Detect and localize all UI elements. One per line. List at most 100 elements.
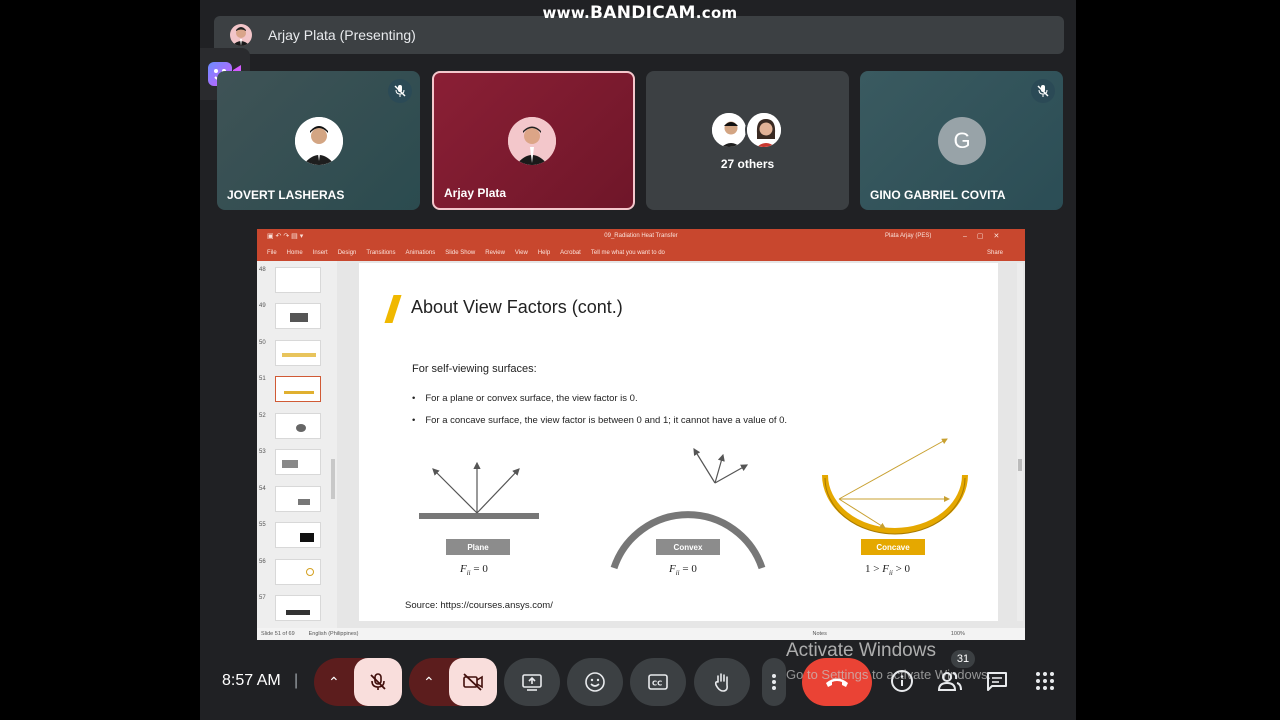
captions-icon: CC (648, 674, 668, 690)
meeting-clock: 8:57 AM (222, 672, 281, 689)
mic-options-chevron-icon[interactable]: ⌃ (328, 674, 340, 691)
activities-button[interactable] (1032, 668, 1058, 694)
slide-thumbnail-selected[interactable] (275, 376, 321, 402)
slide-thumbnail[interactable] (275, 522, 321, 548)
bullet-item: For a plane or convex surface, the view … (412, 393, 637, 404)
participant-name: JOVERT LASHERAS (227, 188, 345, 202)
thumb-number: 57 (259, 595, 266, 601)
concave-label: Concave (861, 539, 925, 555)
more-options-button[interactable] (762, 658, 786, 706)
others-count-label: 27 others (720, 157, 775, 171)
presenter-name: Arjay Plata (Presenting) (268, 27, 416, 43)
svg-text:CC: CC (652, 680, 662, 688)
ribbon-tab[interactable]: File (267, 250, 277, 256)
slide-thumbnail[interactable] (275, 559, 321, 585)
ribbon-tab[interactable]: Review (485, 250, 505, 256)
thumbnail-scrollbar[interactable] (331, 459, 335, 499)
camera-options-chevron-icon[interactable]: ⌃ (423, 674, 435, 691)
slide-thumbnail[interactable] (275, 413, 321, 439)
activate-windows-watermark: Activate Windows (786, 640, 936, 661)
camera-off-icon (463, 673, 483, 691)
people-button[interactable] (937, 668, 963, 694)
slide-thumbnail[interactable] (275, 595, 321, 621)
slide-thumbnail[interactable] (275, 449, 321, 475)
participant-tile-arjay[interactable]: Arjay Plata (432, 71, 635, 210)
participant-tile-others[interactable]: 27 others (646, 71, 849, 210)
ribbon-tab[interactable]: Insert (313, 250, 328, 256)
language-indicator: English (Philippines) (308, 631, 359, 637)
thumb-number: 48 (259, 267, 266, 273)
ribbon-tab[interactable]: Help (538, 250, 550, 256)
leave-call-button[interactable] (802, 658, 872, 706)
avatar (508, 117, 556, 165)
camera-toggle-button[interactable] (449, 658, 497, 706)
slide-counter: Slide 51 of 69 (261, 631, 295, 637)
notes-button[interactable]: Notes (812, 631, 826, 637)
thumb-number: 51 (259, 376, 266, 382)
present-screen-button[interactable] (504, 658, 560, 706)
meet-stage: Arjay Plata (Presenting) JOVERT LASHERAS… (200, 0, 1076, 720)
zoom-level[interactable]: 100% (951, 631, 965, 637)
thumb-number: 55 (259, 522, 266, 528)
slide-scrollbar[interactable] (1017, 263, 1023, 621)
shared-screen-powerpoint: ▣ ↶ ↷ ▤ ▾ 09_Radiation Heat Transfer Pla… (257, 229, 1025, 640)
thumb-number: 52 (259, 413, 266, 419)
chat-button[interactable] (984, 668, 1010, 694)
mic-off-icon (388, 79, 412, 103)
thumb-number: 53 (259, 449, 266, 455)
ppt-status-bar: Slide 51 of 69 English (Philippines) Not… (257, 628, 1025, 640)
slide-thumbnail[interactable] (275, 267, 321, 293)
meeting-details-button[interactable] (889, 668, 915, 694)
participant-tile-gino[interactable]: G GINO GABRIEL COVITA (860, 71, 1063, 210)
chat-icon (987, 672, 1007, 691)
raise-hand-button[interactable] (694, 658, 750, 706)
slide-thumbnail[interactable] (275, 340, 321, 366)
people-icon (937, 672, 962, 691)
share-button[interactable]: Share (987, 250, 1003, 256)
bullet-item: For a concave surface, the view factor i… (412, 415, 787, 426)
plane-surface (419, 513, 539, 519)
ppt-user-name: Plata Arjay (PES) (885, 233, 932, 239)
accent-bar (384, 295, 402, 323)
slide-canvas: About View Factors (cont.) For self-view… (359, 263, 998, 621)
present-screen-icon (522, 674, 542, 691)
mic-control-group: ⌃ (314, 658, 402, 706)
bandicam-watermark: www.BANDICAM.com (542, 3, 738, 23)
avatar (745, 111, 783, 149)
more-vert-icon (772, 674, 776, 690)
avatar (295, 117, 343, 165)
ribbon-tab[interactable]: Transitions (366, 250, 395, 256)
slide-thumbnails-pane: 48 49 50 51 52 53 54 55 56 57 (257, 261, 337, 628)
convex-formula: Fii = 0 (669, 563, 697, 578)
letter-avatar: G (938, 117, 986, 165)
participant-name: GINO GABRIEL COVITA (870, 188, 1006, 202)
ppt-ribbon: File Home Insert Design Transitions Anim… (257, 245, 1025, 261)
tell-me-search[interactable]: Tell me what you want to do (591, 250, 665, 256)
plane-formula: Fii = 0 (460, 563, 488, 578)
slide-source: Source: https://courses.ansys.com/ (405, 600, 553, 611)
ribbon-tab[interactable]: Slide Show (445, 250, 475, 256)
convex-label: Convex (656, 539, 720, 555)
participant-tile-jovert[interactable]: JOVERT LASHERAS (217, 71, 420, 210)
divider: | (294, 672, 299, 689)
captions-button[interactable]: CC (630, 658, 686, 706)
reactions-button[interactable] (567, 658, 623, 706)
ribbon-tab[interactable]: View (515, 250, 528, 256)
ppt-title-bar: ▣ ↶ ↷ ▤ ▾ 09_Radiation Heat Transfer Pla… (257, 229, 1025, 245)
hand-icon (714, 673, 728, 692)
ribbon-tab[interactable]: Animations (406, 250, 436, 256)
avatar (710, 111, 748, 149)
camera-control-group: ⌃ (409, 658, 497, 706)
apps-grid-icon (1036, 672, 1054, 690)
mic-toggle-button[interactable] (354, 658, 402, 706)
ribbon-tab[interactable]: Home (287, 250, 303, 256)
ribbon-tab[interactable]: Design (338, 250, 357, 256)
ribbon-tab[interactable]: Acrobat (560, 250, 581, 256)
thumb-number: 49 (259, 303, 266, 309)
slide-thumbnail[interactable] (275, 486, 321, 512)
info-icon (891, 670, 913, 692)
slide-thumbnail[interactable] (275, 303, 321, 329)
participant-count-badge: 31 (951, 650, 975, 668)
mic-off-icon (370, 673, 386, 690)
ppt-window-controls[interactable]: –▢✕ (963, 232, 1009, 240)
